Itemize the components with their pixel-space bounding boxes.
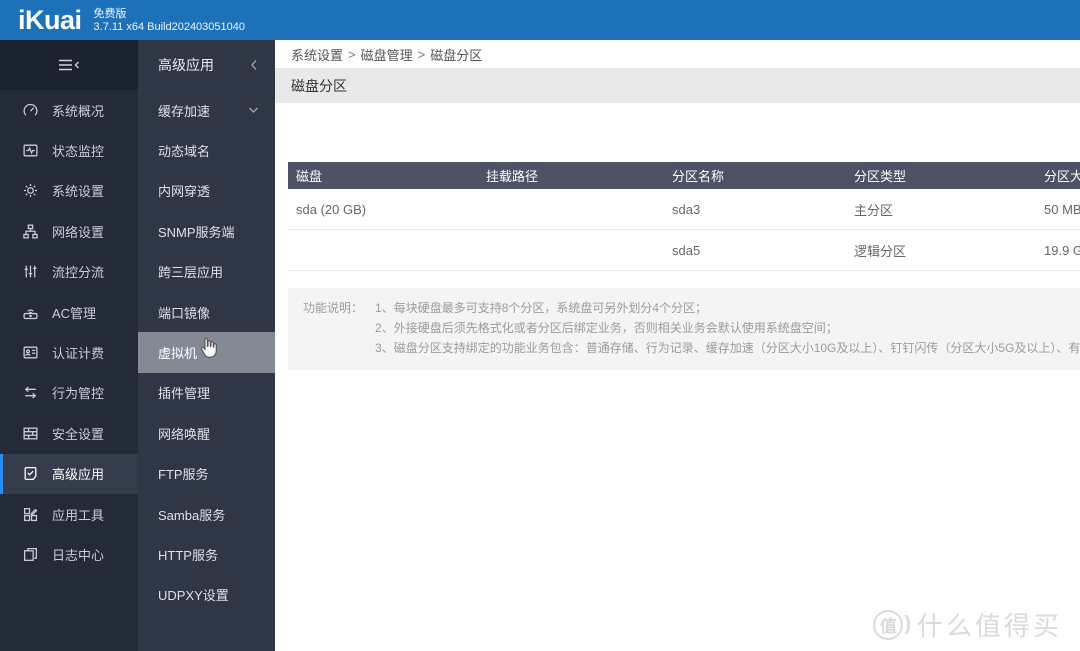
cell-partition-type: 逻辑分区 — [854, 243, 907, 259]
breadcrumb-disk-partition[interactable]: 磁盘分区 — [430, 45, 482, 64]
breadcrumb-disk-management[interactable]: 磁盘管理 — [361, 45, 413, 64]
col-partition-type: 分区类型 — [854, 169, 907, 184]
submenu-item-cross-layer3[interactable]: 跨三层应用 — [138, 252, 275, 292]
main-sidebar: 系统概况 状态监控 系统设置 网络设置 流控分流 AC管理 认证计费 行为管控 … — [0, 40, 138, 651]
submenu-item-virtual-machine[interactable]: 虚拟机 — [138, 332, 275, 373]
submenu-item-intranet-penetration[interactable]: 内网穿透 — [138, 171, 275, 211]
watermark-badge-icon: 值 — [873, 609, 904, 640]
access-point-icon — [21, 303, 39, 321]
submenu-item-ftp-service[interactable]: FTP服务 — [138, 454, 275, 494]
table-row: sda (20 GB) sda3 主分区 50 MB — [288, 189, 1080, 230]
sidebar-item-label: 流控分流 — [52, 265, 105, 281]
col-partition-size: 分区大小 — [1044, 169, 1080, 184]
breadcrumb: 系统设置 > 磁盘管理 > 磁盘分区 — [275, 40, 1080, 68]
chevron-left-icon — [248, 58, 260, 72]
col-partition-name: 分区名称 — [672, 169, 725, 184]
sidebar-item-system-settings[interactable]: 系统设置 — [0, 171, 138, 211]
cell-partition-name: sda3 — [672, 201, 701, 217]
cell-partition-size: 50 MB — [1044, 201, 1080, 217]
top-header: iKuai 免费版 3.7.11 x64 Build202403051040 — [0, 0, 1080, 40]
gauge-icon — [21, 101, 39, 119]
tools-grid-icon — [21, 505, 39, 523]
notes-list: 1、每块硬盘最多可支持8个分区，系统盘可另外划分4个分区； 2、外接硬盘后须先格… — [375, 298, 1080, 358]
submenu-item-ddns[interactable]: 动态域名 — [138, 130, 275, 170]
page-title-bar: 磁盘分区 — [275, 68, 1080, 103]
table-row: sda5 逻辑分区 19.9 GB — [288, 230, 1080, 271]
sidebar-item-label: 日志中心 — [52, 547, 105, 563]
sidebar-item-label: 行为管控 — [52, 386, 105, 402]
sidebar-item-log-center[interactable]: 日志中心 — [0, 534, 138, 574]
function-notes: 功能说明： 1、每块硬盘最多可支持8个分区，系统盘可另外划分4个分区； 2、外接… — [288, 288, 1080, 370]
sidebar-item-advanced-apps[interactable]: 高级应用 — [0, 453, 138, 495]
build-version: 3.7.11 x64 Build202403051040 — [93, 21, 246, 33]
note-line: 2、外接硬盘后须先格式化或者分区后绑定业务，否则相关业务会默认使用系统盘空间； — [375, 321, 838, 335]
notes-label: 功能说明： — [303, 301, 364, 315]
submenu-item-samba-service[interactable]: Samba服务 — [138, 494, 275, 534]
sidebar-item-label: 网络设置 — [52, 224, 105, 240]
partition-table: 磁盘 挂载路径 分区名称 分区类型 分区大小 sda (20 GB) sda3 … — [288, 162, 1080, 271]
submenu-item-snmp-server[interactable]: SNMP服务端 — [138, 211, 275, 251]
sidebar-item-app-tools[interactable]: 应用工具 — [0, 494, 138, 534]
sidebar-item-auth-billing[interactable]: 认证计费 — [0, 332, 138, 372]
network-icon — [21, 222, 39, 240]
table-header-row: 磁盘 挂载路径 分区名称 分区类型 分区大小 — [288, 162, 1080, 189]
firewall-icon — [21, 424, 39, 442]
sidebar-item-label: 状态监控 — [52, 144, 105, 160]
submenu-item-port-mirroring[interactable]: 端口镜像 — [138, 292, 275, 332]
sidebar-item-behavior-control[interactable]: 行为管控 — [0, 373, 138, 413]
breadcrumb-system-settings[interactable]: 系统设置 — [291, 45, 343, 64]
sidebar-item-label: 系统概况 — [52, 103, 105, 119]
sidebar-item-label: 系统设置 — [52, 184, 105, 200]
app-check-icon — [21, 465, 39, 483]
submenu-item-udpxy-settings[interactable]: UDPXY设置 — [138, 575, 275, 615]
advanced-apps-submenu: 高级应用 缓存加速 动态域名 内网穿透 SNMP服务端 跨三层应用 端口镜像 虚… — [138, 40, 275, 651]
page-title: 磁盘分区 — [291, 77, 347, 94]
col-mount-path: 挂载路径 — [486, 169, 539, 184]
sidebar-item-status-monitor[interactable]: 状态监控 — [0, 130, 138, 170]
submenu-item-plugin-management[interactable]: 插件管理 — [138, 373, 275, 413]
sidebar-item-system-overview[interactable]: 系统概况 — [0, 90, 138, 130]
hamburger-collapse-icon — [56, 57, 82, 73]
cell-partition-size: 19.9 GB — [1044, 242, 1080, 258]
logs-icon — [21, 545, 39, 563]
swap-arrows-icon — [21, 384, 39, 402]
breadcrumb-separator: > — [348, 46, 356, 62]
sidebar-collapse-button[interactable] — [0, 40, 138, 90]
app-logo: iKuai — [18, 4, 82, 35]
sidebar-item-label: AC管理 — [52, 305, 97, 321]
sidebar-item-flow-control[interactable]: 流控分流 — [0, 252, 138, 292]
sidebar-item-label: 应用工具 — [52, 507, 105, 523]
sidebar-item-security-settings[interactable]: 安全设置 — [0, 413, 138, 453]
cell-partition-name: sda5 — [672, 242, 701, 258]
sliders-icon — [21, 263, 39, 281]
col-disk: 磁盘 — [296, 169, 323, 184]
gear-icon — [21, 182, 39, 200]
hand-cursor-icon — [196, 335, 222, 363]
submenu-item-wake-on-lan[interactable]: 网络唤醒 — [138, 413, 275, 453]
note-line: 3、磁盘分区支持绑定的功能业务包含：普通存储、行为记录、缓存加速（分区大小10G… — [375, 341, 1080, 355]
breadcrumb-separator: > — [417, 46, 426, 62]
watermark-paren: ) — [904, 613, 911, 635]
cell-partition-type: 主分区 — [854, 202, 894, 218]
submenu-item-http-service[interactable]: HTTP服务 — [138, 534, 275, 574]
submenu-title: 高级应用 — [158, 57, 214, 73]
submenu-header[interactable]: 高级应用 — [138, 40, 275, 90]
id-card-icon — [21, 344, 39, 362]
main-content: 系统设置 > 磁盘管理 > 磁盘分区 磁盘分区 磁盘 挂载路径 分区名称 分区类… — [275, 40, 1080, 651]
monitor-icon — [21, 142, 39, 160]
sidebar-item-network-settings[interactable]: 网络设置 — [0, 211, 138, 251]
cell-disk: sda (20 GB) — [296, 201, 367, 217]
edition-label: 免费版 — [93, 8, 127, 20]
sidebar-item-label: 高级应用 — [52, 467, 105, 483]
submenu-item-cache-acceleration[interactable]: 缓存加速 — [138, 90, 275, 130]
smzdm-watermark: 值 ) 什么值得买 — [873, 606, 1062, 643]
chevron-down-icon — [247, 105, 260, 115]
note-line: 1、每块硬盘最多可支持8个分区，系统盘可另外划分4个分区； — [375, 301, 708, 315]
version-block: 免费版 3.7.11 x64 Build202403051040 — [94, 8, 246, 34]
sidebar-item-label: 安全设置 — [52, 426, 105, 442]
sidebar-item-label: 认证计费 — [52, 346, 105, 362]
sidebar-item-ac-management[interactable]: AC管理 — [0, 292, 138, 332]
watermark-text: 什么值得买 — [916, 611, 1062, 641]
